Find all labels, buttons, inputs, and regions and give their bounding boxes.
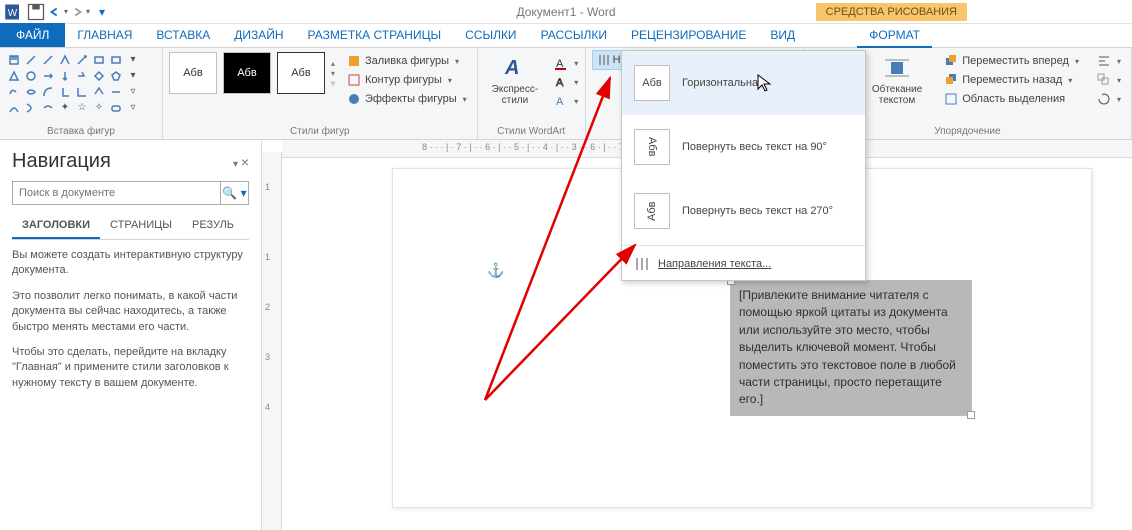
group-shapes-label: Вставка фигур (6, 124, 156, 137)
vertical-ruler: 1 1 2 3 4 (262, 152, 282, 530)
wrap-text-button[interactable]: Обтекание текстом (864, 52, 930, 108)
group-styles-label: Стили фигур (169, 124, 471, 137)
tab-layout[interactable]: РАЗМЕТКА СТРАНИЦЫ (296, 23, 454, 47)
shapes-gallery[interactable]: ▾ ▾ ▿ ✦☆✧ ▿ (6, 52, 156, 115)
align-button[interactable] (1093, 52, 1125, 70)
group-wordart-label: Стили WordArt (484, 124, 579, 137)
nav-tab-headings[interactable]: ЗАГОЛОВКИ (12, 213, 100, 239)
redo-icon[interactable] (70, 2, 90, 22)
dd-rotate-270[interactable]: АбвПовернуть весь текст на 270° (622, 179, 865, 243)
tab-home[interactable]: ГЛАВНАЯ (65, 23, 144, 47)
svg-text:A: A (556, 77, 564, 89)
svg-text:A: A (504, 57, 519, 79)
text-direction-dropdown: АбвГоризонтальная АбвПовернуть весь текс… (621, 50, 866, 281)
anchor-icon: ⚓ (487, 262, 504, 279)
search-icon[interactable]: 🔍 ▾ (220, 182, 248, 204)
nav-title: Навигация (12, 150, 111, 173)
search-input[interactable] (13, 182, 220, 204)
nav-help-text: Вы можете создать интерактивную структур… (12, 248, 249, 401)
nav-tab-results[interactable]: РЕЗУЛЬ (182, 213, 244, 239)
selection-pane-button[interactable]: Область выделения (940, 90, 1083, 108)
shape-style-1[interactable]: Абв (169, 52, 217, 94)
navigation-pane: Навигация▾ × 🔍 ▾ ЗАГОЛОВКИ СТРАНИЦЫ РЕЗУ… (0, 140, 262, 530)
group-button[interactable] (1093, 71, 1125, 89)
nav-search[interactable]: 🔍 ▾ (12, 181, 249, 205)
text-box[interactable]: [Привлеките внимание читателя с помощью … (730, 280, 972, 416)
tab-view[interactable]: ВИД (758, 23, 807, 47)
word-icon[interactable]: W (4, 2, 24, 22)
rotate-button[interactable] (1093, 90, 1125, 108)
svg-text:A: A (556, 96, 564, 108)
ribbon-tabs: ФАЙЛ ГЛАВНАЯ ВСТАВКА ДИЗАЙН РАЗМЕТКА СТР… (0, 24, 1132, 48)
text-fill-button[interactable]: A (550, 54, 582, 72)
shape-outline-button[interactable]: Контур фигуры (343, 71, 471, 89)
shape-effects-button[interactable]: Эффекты фигуры (343, 90, 471, 108)
tab-format[interactable]: ФОРМАТ (857, 23, 932, 47)
contextual-tab-label: СРЕДСТВА РИСОВАНИЯ (816, 3, 967, 21)
tab-insert[interactable]: ВСТАВКА (144, 23, 222, 47)
tab-file[interactable]: ФАЙЛ (0, 23, 65, 47)
undo-icon[interactable] (48, 2, 68, 22)
text-outline-button[interactable]: A (550, 73, 582, 91)
tab-review[interactable]: РЕЦЕНЗИРОВАНИЕ (619, 23, 758, 47)
nav-tab-pages[interactable]: СТРАНИЦЫ (100, 213, 182, 239)
dd-horizontal[interactable]: АбвГоризонтальная (622, 51, 865, 115)
qat-customize-icon[interactable]: ▾ (92, 2, 112, 22)
bring-forward-button[interactable]: Переместить вперед (940, 52, 1083, 70)
shape-style-2[interactable]: Абв (223, 52, 271, 94)
svg-text:W: W (8, 7, 18, 18)
tab-references[interactable]: ССЫЛКИ (453, 23, 528, 47)
dd-rotate-90[interactable]: АбвПовернуть весь текст на 90° (622, 115, 865, 179)
shape-style-3[interactable]: Абв (277, 52, 325, 94)
send-backward-button[interactable]: Переместить назад (940, 71, 1083, 89)
cursor-icon (757, 74, 773, 94)
document-title: Документ1 - Word (516, 5, 615, 19)
quick-styles-button[interactable]: AЭкспресс-стили (484, 52, 547, 110)
shape-fill-button[interactable]: Заливка фигуры (343, 52, 471, 70)
tab-mailings[interactable]: РАССЫЛКИ (529, 23, 619, 47)
tab-design[interactable]: ДИЗАЙН (222, 23, 295, 47)
dd-more-options[interactable]: Направления текста... (622, 248, 865, 280)
nav-close-icon[interactable]: × (241, 154, 249, 170)
text-effects-button[interactable]: A (550, 92, 582, 110)
save-icon[interactable] (26, 2, 46, 22)
